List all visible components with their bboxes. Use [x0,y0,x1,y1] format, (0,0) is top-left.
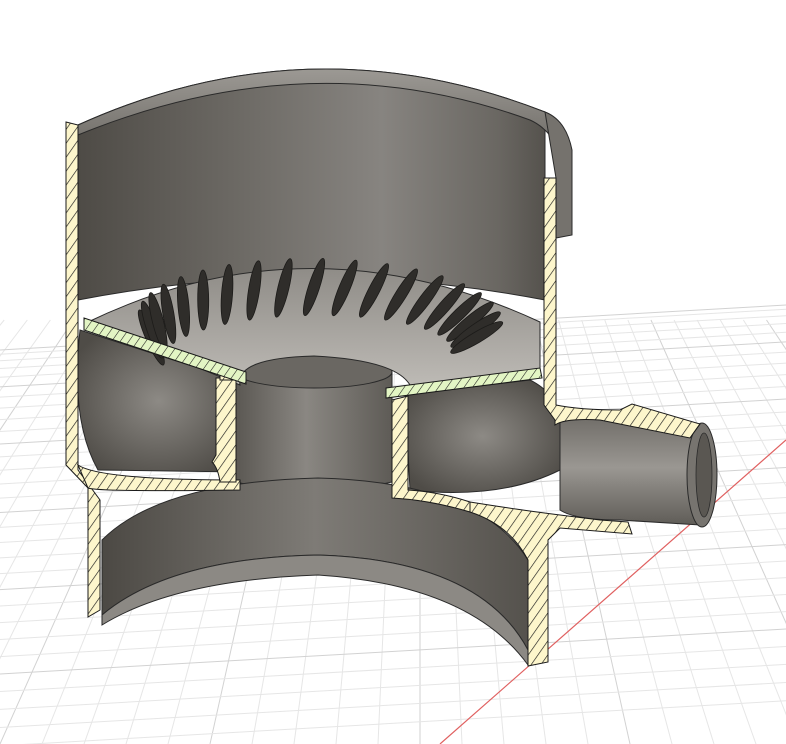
grid-line [0,628,786,675]
outlet-pipe-inner [695,432,713,518]
grid-line [0,611,786,658]
section-view-canvas[interactable] [0,0,786,744]
grid-line [742,319,786,390]
grid-line [0,663,786,710]
grid-line [0,681,786,728]
grid-line [581,319,715,744]
section-face-left-tube [211,377,237,483]
drain-body-section[interactable] [65,68,718,667]
grid-line [0,319,28,357]
grid-line [650,319,786,625]
grid-line [0,646,786,693]
grid-line [22,700,786,744]
lower-chamber-right [404,379,561,493]
grate-slot [197,269,210,331]
cad-viewport[interactable] [0,0,786,744]
grid-line [627,319,786,716]
grid-line [0,319,5,327]
grid-line [0,319,51,392]
